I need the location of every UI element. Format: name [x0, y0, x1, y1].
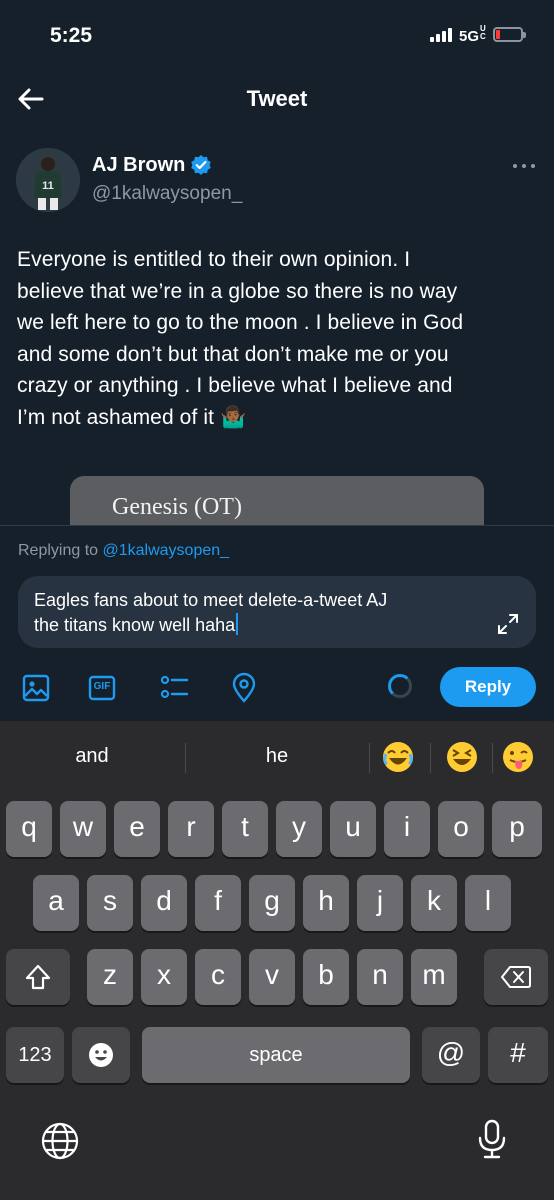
key-m[interactable]: m — [411, 949, 457, 1005]
backspace-key[interactable] — [484, 949, 548, 1005]
key-j[interactable]: j — [357, 875, 403, 931]
key-u[interactable]: u — [330, 801, 376, 857]
page-title: Tweet — [246, 86, 308, 111]
key-a[interactable]: a — [33, 875, 79, 931]
key-b[interactable]: b — [303, 949, 349, 1005]
reply-input-text[interactable]: Eagles fans about to meet delete-a-tweet… — [34, 588, 484, 638]
shift-key[interactable] — [6, 949, 70, 1005]
header: Tweet — [0, 70, 554, 130]
key-k[interactable]: k — [411, 875, 457, 931]
signal-icon — [430, 26, 456, 42]
key-s[interactable]: s — [87, 875, 133, 931]
emoji-keyboard-icon — [89, 1043, 113, 1067]
key-l[interactable]: l — [465, 875, 511, 931]
key-z[interactable]: z — [87, 949, 133, 1005]
key-x[interactable]: x — [141, 949, 187, 1005]
key-p[interactable]: p — [492, 801, 542, 857]
key-r[interactable]: r — [168, 801, 214, 857]
emoji-key[interactable] — [72, 1027, 130, 1083]
gif-icon[interactable]: GIF — [86, 672, 118, 704]
key-d[interactable]: d — [141, 875, 187, 931]
replying-to-handle[interactable]: @1kalwaysopen_ — [103, 542, 230, 559]
location-icon[interactable] — [228, 672, 260, 704]
microphone-icon[interactable] — [470, 1117, 514, 1161]
keyboard: and he q w e r t y u i o p a s d f g h j… — [0, 721, 554, 1200]
hash-key[interactable]: # — [488, 1027, 548, 1083]
embed-title: Genesis (OT) — [112, 494, 242, 520]
poll-icon[interactable] — [158, 672, 190, 704]
tongue-emoji-icon[interactable] — [500, 739, 536, 775]
suggestion-divider — [492, 743, 493, 773]
key-f[interactable]: f — [195, 875, 241, 931]
tweet-text: Everyone is entitled to their own opinio… — [17, 248, 464, 429]
joy-emoji-icon[interactable] — [380, 739, 416, 775]
suggestion-bar: and he — [0, 721, 554, 795]
key-c[interactable]: c — [195, 949, 241, 1005]
suggestion-he[interactable]: he — [227, 745, 327, 768]
at-key[interactable]: @ — [422, 1027, 480, 1083]
verified-badge-icon — [191, 155, 211, 175]
author-handle[interactable]: @1kalwaysopen_ — [92, 183, 242, 205]
reply-input[interactable]: Eagles fans about to meet delete-a-tweet… — [18, 576, 536, 648]
key-w[interactable]: w — [60, 801, 106, 857]
suggestion-divider — [185, 743, 186, 773]
key-t[interactable]: t — [222, 801, 268, 857]
battery-icon — [493, 27, 526, 42]
status-time: 5:25 — [50, 24, 93, 47]
more-options-icon[interactable] — [510, 156, 538, 176]
text-cursor — [236, 613, 239, 635]
status-bar: 5:25 5GUC — [0, 0, 554, 70]
author-name[interactable]: AJ Brown — [92, 154, 185, 177]
reply-composer: Replying to @1kalwaysopen_ Eagles fans a… — [0, 525, 554, 721]
key-y[interactable]: y — [276, 801, 322, 857]
suggestion-divider — [369, 743, 370, 773]
laughing-emoji-icon[interactable] — [444, 739, 480, 775]
key-v[interactable]: v — [249, 949, 295, 1005]
shift-icon — [25, 964, 51, 990]
backspace-icon — [501, 966, 531, 988]
tweet-author[interactable]: 11 AJ Brown @1kalwaysopen_ — [16, 148, 538, 218]
key-i[interactable]: i — [384, 801, 430, 857]
globe-icon[interactable] — [38, 1119, 82, 1163]
key-o[interactable]: o — [438, 801, 484, 857]
avatar[interactable]: 11 — [16, 148, 80, 212]
numbers-key[interactable]: 123 — [6, 1027, 64, 1083]
character-count-ring-icon — [388, 674, 412, 698]
network-label: 5GUC — [459, 24, 486, 46]
key-q[interactable]: q — [6, 801, 52, 857]
key-n[interactable]: n — [357, 949, 403, 1005]
svg-text:11: 11 — [42, 180, 54, 192]
suggestion-and[interactable]: and — [42, 745, 142, 768]
key-e[interactable]: e — [114, 801, 160, 857]
key-g[interactable]: g — [249, 875, 295, 931]
key-h[interactable]: h — [303, 875, 349, 931]
image-icon[interactable] — [20, 672, 52, 704]
space-key[interactable]: space — [142, 1027, 410, 1083]
suggestion-divider — [430, 743, 431, 773]
reply-button[interactable]: Reply — [440, 667, 536, 707]
expand-icon[interactable] — [496, 612, 520, 636]
replying-to-label: Replying to @1kalwaysopen_ — [18, 542, 230, 559]
